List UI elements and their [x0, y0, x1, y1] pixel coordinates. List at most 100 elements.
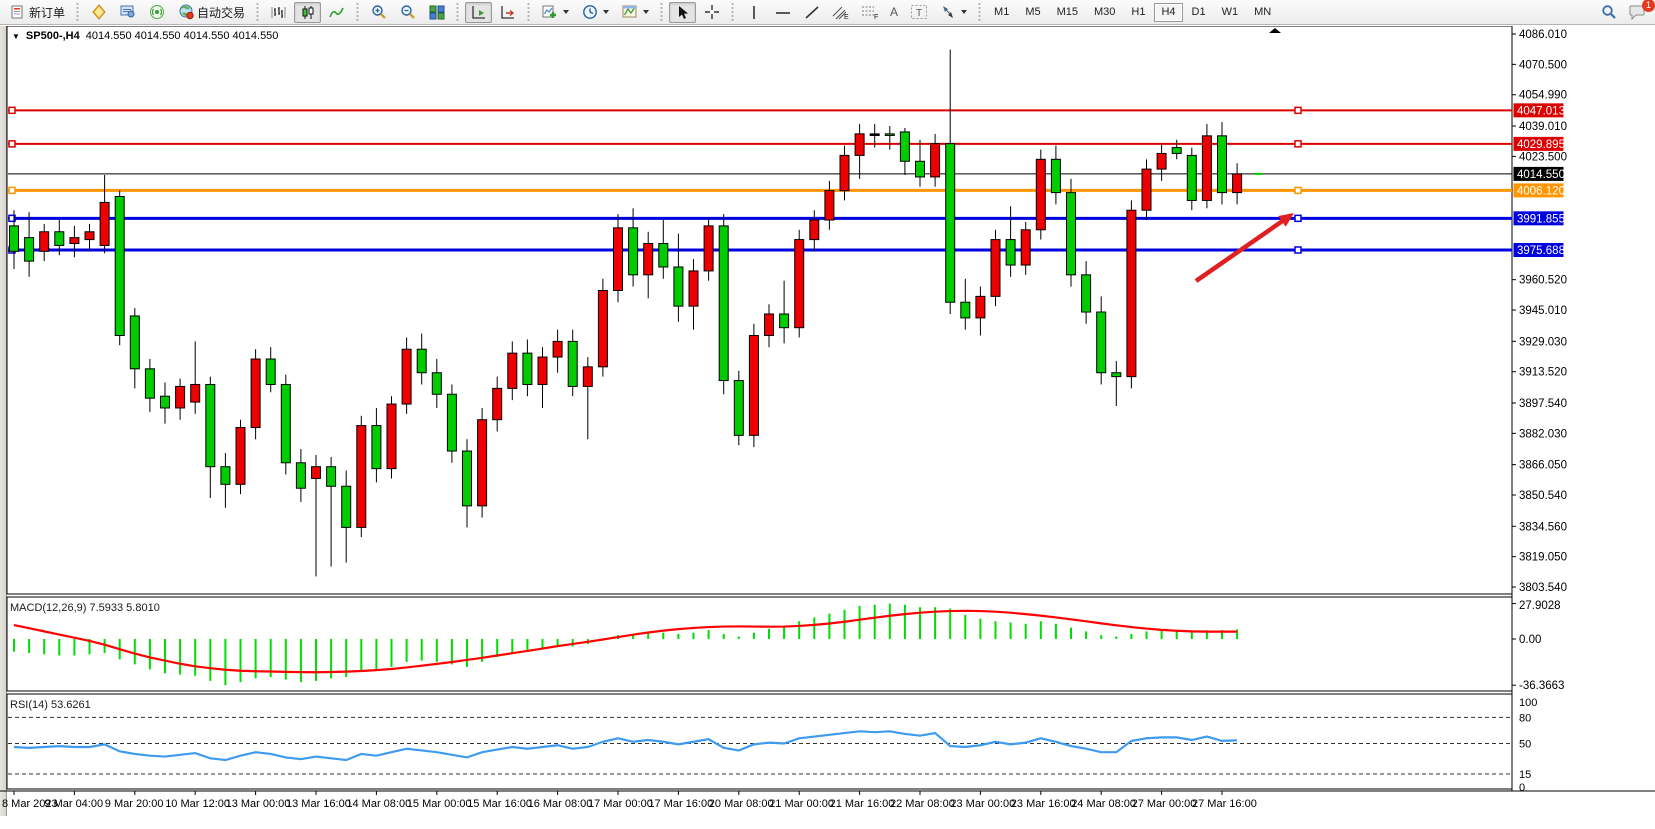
price-badge-label: 4006.120: [1517, 185, 1565, 197]
trendline-tool-button[interactable]: [798, 2, 825, 23]
clock-icon: [581, 4, 598, 21]
price-chart-canvas[interactable]: 4086.0104070.5004054.9904039.0104023.500…: [0, 26, 1655, 829]
periods-button[interactable]: [576, 2, 614, 23]
trading-terminal-window: { "toolbar": { "new_order_label": "新订单",…: [0, 0, 1655, 829]
line-chart-mode-button[interactable]: [323, 2, 350, 23]
time-axis-label: 17 Mar 16:00: [648, 798, 713, 810]
candle-body: [312, 467, 321, 479]
tile-windows-button[interactable]: [423, 2, 450, 23]
main-toolbar: 新订单 自动交易: [0, 0, 1655, 25]
candle-body: [55, 232, 64, 246]
chart-shift-button[interactable]: [494, 2, 521, 23]
zoom-in-button[interactable]: [365, 2, 392, 23]
candle-body: [281, 384, 290, 462]
new-order-label: 新订单: [29, 4, 65, 21]
crosshair-icon: [703, 4, 720, 21]
timeframe-button-M30[interactable]: M30: [1087, 3, 1122, 22]
pivot-line-4006-handle[interactable]: [9, 187, 15, 193]
price-axis-label: 4054.990: [1519, 90, 1567, 102]
templates-button[interactable]: [616, 2, 654, 23]
arrows-tool-button[interactable]: [934, 2, 972, 23]
line-chart-icon: [328, 4, 345, 21]
candle-body: [161, 396, 170, 408]
candle-body: [840, 155, 849, 190]
equidistant-channel-tool-button[interactable]: E: [827, 2, 854, 23]
zoom-out-button[interactable]: [394, 2, 421, 23]
candle-body: [100, 202, 109, 245]
equidistant-channel-icon: E: [832, 4, 849, 21]
candle-body: [976, 296, 985, 318]
candle-body: [236, 428, 245, 485]
candle-body: [342, 486, 351, 527]
collapse-triangle-icon[interactable]: ▼: [12, 32, 20, 41]
new-order-icon: [9, 4, 26, 21]
timeframe-button-MN[interactable]: MN: [1247, 3, 1278, 22]
candle-body: [40, 232, 49, 252]
support-line-3991-handle[interactable]: [1295, 215, 1301, 221]
candle-body: [1218, 136, 1227, 193]
new-order-button[interactable]: 新订单: [4, 2, 70, 23]
candle-body: [568, 341, 577, 386]
timeframe-button-W1[interactable]: W1: [1215, 3, 1246, 22]
dropdown-caret: [643, 10, 649, 14]
candle-body: [885, 134, 894, 136]
resistance-line-4029-handle[interactable]: [9, 141, 15, 147]
timeframe-button-H4[interactable]: H4: [1154, 3, 1182, 22]
vertical-line-icon: [745, 4, 762, 21]
time-axis-label: 15 Mar 00:00: [407, 798, 472, 810]
signal-button[interactable]: [143, 2, 170, 23]
price-badge-label: 4047.013: [1517, 105, 1565, 117]
horizontal-line-tool-button[interactable]: [769, 2, 796, 23]
market-watch-button[interactable]: [114, 2, 141, 23]
new-chart-button[interactable]: [85, 2, 112, 23]
search-icon: [1600, 4, 1617, 21]
candle-body: [553, 341, 562, 357]
resistance-line-4047-handle[interactable]: [9, 107, 15, 113]
timeframe-button-M5[interactable]: M5: [1018, 3, 1047, 22]
chart-title-bar[interactable]: ▼ SP500-,H4 4014.550 4014.550 4014.550 4…: [12, 30, 278, 42]
support-line-3975-handle[interactable]: [1295, 247, 1301, 253]
price-axis-label: 3897.540: [1519, 398, 1567, 410]
notification-badge: 1: [1642, 0, 1655, 12]
text-tool-button[interactable]: A: [885, 2, 903, 23]
add-indicator-button[interactable]: [536, 2, 574, 23]
candle-body: [478, 420, 487, 506]
candle-body: [1097, 312, 1106, 373]
candle-body: [961, 302, 970, 318]
time-axis-label: 22 Mar 08:00: [890, 798, 955, 810]
candle-body: [447, 394, 456, 451]
auto-scroll-button[interactable]: [465, 2, 492, 23]
timeframe-button-H1[interactable]: H1: [1124, 3, 1152, 22]
toolbar-grip: [74, 3, 81, 21]
vertical-line-tool-button[interactable]: [740, 2, 767, 23]
auto-trading-label: 自动交易: [197, 4, 245, 21]
timeframe-button-M1[interactable]: M1: [987, 3, 1016, 22]
svg-text:E: E: [844, 14, 849, 20]
rsi-axis-label: 15: [1519, 769, 1531, 781]
timeframe-button-M15[interactable]: M15: [1050, 3, 1085, 22]
resistance-line-4047-handle[interactable]: [1295, 107, 1301, 113]
candle-body: [991, 240, 1000, 297]
search-button[interactable]: [1595, 2, 1622, 23]
trendline-icon: [803, 4, 820, 21]
timeframe-button-D1[interactable]: D1: [1185, 3, 1213, 22]
bar-chart-mode-button[interactable]: [265, 2, 292, 23]
crosshair-tool-button[interactable]: [698, 2, 725, 23]
candle-body: [145, 369, 154, 398]
candle-body: [1006, 240, 1015, 265]
text-label-tool-button[interactable]: T: [905, 2, 932, 23]
candle-body: [85, 232, 94, 240]
cursor-tool-button[interactable]: [669, 2, 696, 23]
auto-trading-button[interactable]: 自动交易: [172, 2, 250, 23]
price-axis-label: 3913.520: [1519, 367, 1567, 379]
macd-axis-label: 27.9028: [1519, 600, 1561, 612]
fibonacci-tool-button[interactable]: F: [856, 2, 883, 23]
candle-body: [221, 467, 230, 485]
pivot-line-4006-handle[interactable]: [1295, 187, 1301, 193]
candlestick-mode-button[interactable]: [294, 2, 321, 23]
resistance-line-4029-handle[interactable]: [1295, 141, 1301, 147]
candle-body: [674, 267, 683, 306]
chat-notifications-button[interactable]: 1: [1624, 2, 1651, 23]
time-axis-label: 9 Mar 20:00: [105, 798, 164, 810]
svg-text:F: F: [874, 14, 878, 20]
